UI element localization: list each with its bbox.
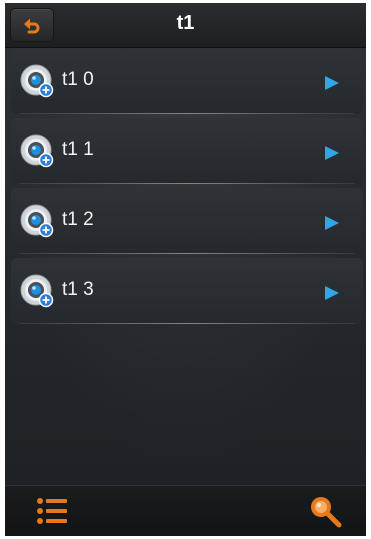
device-row-t1-3[interactable]: t1 3 bbox=[11, 258, 363, 324]
row-divider bbox=[19, 253, 355, 254]
device-row-t1-2[interactable]: t1 2 bbox=[11, 188, 363, 254]
device-label: t1 1 bbox=[62, 139, 94, 160]
page-title: t1 bbox=[176, 12, 195, 34]
play-icon[interactable] bbox=[324, 215, 340, 231]
camera-icon bbox=[20, 204, 54, 238]
row-divider bbox=[19, 113, 355, 114]
device-label: t1 2 bbox=[62, 209, 94, 230]
row-divider bbox=[19, 323, 355, 324]
device-row-t1-1[interactable]: t1 1 bbox=[11, 118, 363, 184]
device-label: t1 3 bbox=[62, 279, 94, 300]
bottom-toolbar bbox=[5, 485, 366, 536]
play-icon[interactable] bbox=[324, 145, 340, 161]
camera-icon bbox=[20, 64, 54, 98]
camera-icon bbox=[20, 274, 54, 308]
play-icon[interactable] bbox=[324, 285, 340, 301]
back-arrow-icon bbox=[24, 18, 40, 34]
list-icon[interactable] bbox=[35, 494, 69, 528]
app-screen: t1 t1 0 t1 1 t1 2 t1 3 bbox=[5, 3, 366, 536]
header-bar: t1 bbox=[5, 3, 366, 48]
search-icon[interactable] bbox=[307, 493, 343, 529]
device-row-t1-0[interactable]: t1 0 bbox=[11, 48, 363, 114]
row-divider bbox=[19, 183, 355, 184]
play-icon[interactable] bbox=[324, 75, 340, 91]
device-label: t1 0 bbox=[62, 69, 94, 90]
camera-icon bbox=[20, 134, 54, 168]
device-list: t1 0 t1 1 t1 2 t1 3 bbox=[5, 48, 366, 485]
back-button[interactable] bbox=[10, 8, 54, 42]
